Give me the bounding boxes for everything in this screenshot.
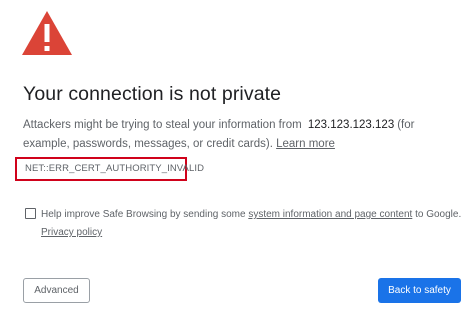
privacy-policy-link[interactable]: Privacy policy — [41, 227, 102, 238]
warning-message: Attackers might be trying to steal your … — [23, 116, 463, 154]
error-code: NET::ERR_CERT_AUTHORITY_INVALID — [25, 163, 205, 174]
safe-browsing-label-end: to Google. — [415, 209, 462, 220]
learn-more-link[interactable]: Learn more — [276, 138, 335, 150]
message-text: Attackers might be trying to steal your … — [23, 119, 302, 131]
back-to-safety-button[interactable]: Back to safety — [378, 278, 461, 303]
system-information-link[interactable]: system information and page content — [248, 209, 412, 220]
page-title: Your connection is not private — [23, 83, 282, 105]
ip-address: 123.123.123.123 — [307, 119, 395, 131]
warning-triangle-icon — [22, 11, 72, 55]
interstitial-page: Your connection is not private Attackers… — [0, 0, 474, 321]
safe-browsing-checkbox[interactable] — [25, 208, 36, 219]
advanced-button[interactable]: Advanced — [23, 278, 90, 303]
safe-browsing-text: Help improve Safe Browsing by sending so… — [41, 206, 466, 242]
safe-browsing-label: Help improve Safe Browsing by sending so… — [41, 209, 246, 220]
